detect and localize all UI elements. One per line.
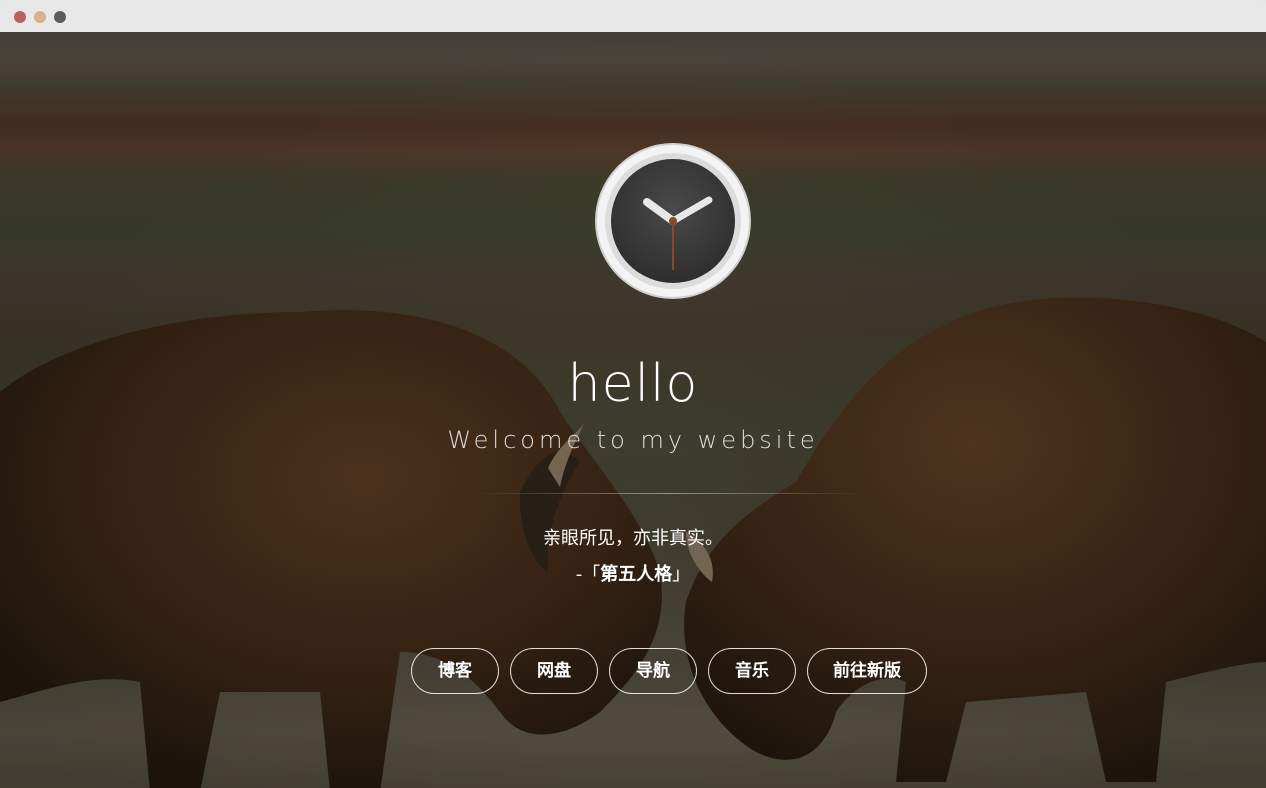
go-new-version-button[interactable]: 前往新版 — [807, 648, 927, 694]
attribution-name: 第五人格 — [600, 564, 673, 585]
window-titlebar — [0, 0, 1266, 32]
background-photo: hello Welcome to my website 亲眼所见，亦非真实。 -… — [0, 32, 1266, 788]
minimize-window-button[interactable] — [34, 11, 46, 23]
attribution-prefix: -「 — [575, 564, 601, 585]
hero-section: hello Welcome to my website 亲眼所见，亦非真实。 -… — [0, 32, 1266, 788]
music-button[interactable]: 音乐 — [708, 648, 796, 694]
divider-line — [474, 493, 866, 494]
hero-subtitle: Welcome to my website — [447, 426, 819, 454]
browser-window: hello Welcome to my website 亲眼所见，亦非真实。 -… — [0, 0, 1266, 788]
blog-button[interactable]: 博客 — [411, 648, 499, 694]
maximize-window-button[interactable] — [54, 11, 66, 23]
nav-buttons: 博客 网盘 导航 音乐 前往新版 — [411, 648, 927, 694]
attribution-suffix: 」 — [672, 564, 691, 585]
close-window-button[interactable] — [14, 11, 26, 23]
navigation-button[interactable]: 导航 — [609, 648, 697, 694]
hero-title: hello — [567, 354, 699, 414]
quote-text: 亲眼所见，亦非真实。 — [543, 528, 723, 549]
quote-attribution: -「第五人格」 — [0, 560, 1266, 586]
netdisk-button[interactable]: 网盘 — [510, 648, 598, 694]
clock-icon — [595, 143, 751, 299]
